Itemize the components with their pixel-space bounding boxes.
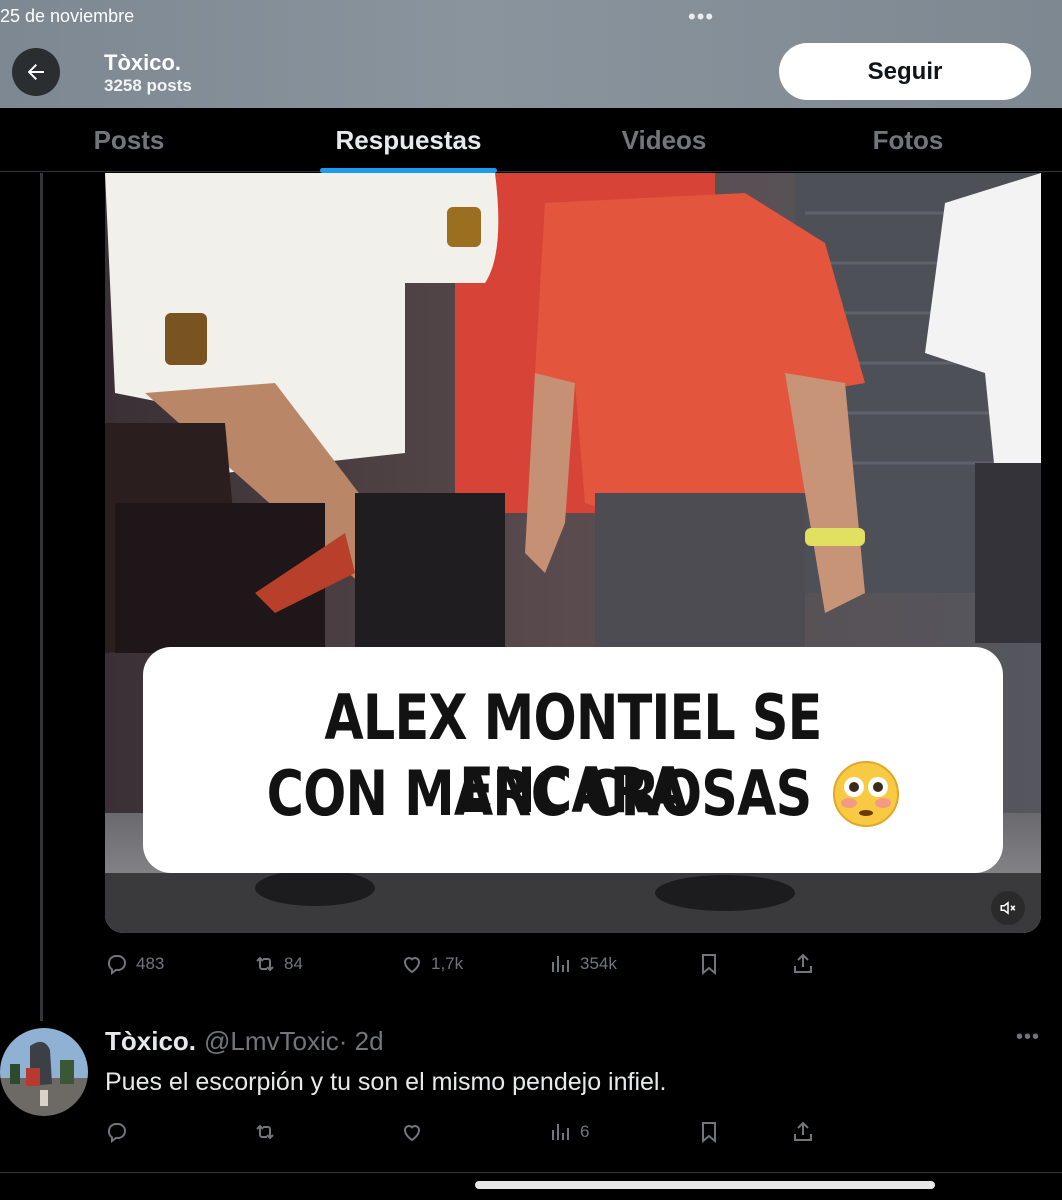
repost-icon (256, 956, 274, 972)
avatar[interactable] (0, 1028, 88, 1116)
like-count: 1,7k (431, 954, 464, 973)
share-icon (794, 953, 812, 973)
arrow-left-icon (28, 64, 44, 80)
repost-icon (256, 1124, 274, 1140)
reply-repost-button[interactable] (253, 1112, 284, 1152)
multitasking-dots-icon[interactable]: ••• (688, 4, 714, 30)
account-name: Tòxico. (104, 50, 182, 75)
thread-connector-line (40, 173, 43, 1021)
reply-bubble-icon (108, 1123, 126, 1143)
flushed-face-icon (833, 761, 899, 827)
repost-count: 84 (284, 954, 303, 973)
caption-line-2: CON MARC CROSAS (266, 757, 813, 830)
post-video[interactable]: ALEX MONTIEL SE ENCARA CON MARC CROSAS (105, 173, 1041, 933)
follow-button[interactable]: Seguir (779, 43, 1031, 100)
reply-reply-button[interactable] (105, 1112, 136, 1152)
more-options-icon[interactable]: ••• (1016, 1026, 1040, 1049)
bookmark-button[interactable] (697, 944, 721, 984)
repost-button[interactable]: 84 (253, 944, 303, 984)
reply-author-handle[interactable]: @LmvToxic (204, 1026, 339, 1057)
share-icon (794, 1121, 812, 1141)
home-indicator[interactable] (475, 1181, 935, 1189)
bar-chart-icon (552, 956, 569, 972)
reply-views-button[interactable]: 6 (549, 1112, 589, 1152)
tab-posts[interactable]: Posts (40, 108, 218, 172)
reply-author-name[interactable]: Tòxico. (105, 1026, 196, 1057)
avatar-image (0, 1028, 88, 1116)
reply-bubble-icon (108, 955, 126, 975)
tab-respuestas[interactable]: Respuestas (300, 108, 517, 172)
reply-action-bar: 6 (0, 1112, 1062, 1152)
reply-like-button[interactable] (400, 1112, 431, 1152)
reply-view-count: 6 (580, 1122, 590, 1141)
divider (0, 1172, 1062, 1173)
heart-icon (403, 1125, 421, 1142)
video-caption-box: ALEX MONTIEL SE ENCARA CON MARC CROSAS (143, 647, 1003, 873)
reply-button[interactable]: 483 (105, 944, 164, 984)
profile-header: 25 de noviembre ••• Tòxico. 3258 posts S… (0, 0, 1062, 108)
reply-text: Pues el escorpión y tu son el mismo pend… (105, 1068, 667, 1096)
bar-chart-icon (552, 1124, 569, 1140)
reply-header: Tòxico. @LmvToxic · 2d (105, 1026, 384, 1057)
status-date: 25 de noviembre (0, 6, 135, 26)
reply-share-button[interactable] (791, 1112, 815, 1152)
reply-bookmark-button[interactable] (697, 1112, 721, 1152)
view-count: 354k (580, 954, 617, 973)
tab-videos[interactable]: Videos (580, 108, 748, 172)
speaker-muted-icon (1000, 901, 1016, 915)
heart-icon (403, 957, 421, 974)
profile-tabs: Posts Respuestas Videos Fotos (0, 108, 1062, 173)
mute-button[interactable] (991, 891, 1025, 925)
post-count: 3258 posts (104, 76, 192, 95)
share-button[interactable] (791, 944, 815, 984)
bookmark-icon (702, 1122, 716, 1144)
like-button[interactable]: 1,7k (400, 944, 463, 984)
bookmark-icon (702, 954, 716, 976)
reply-timestamp[interactable]: · 2d (339, 1026, 384, 1057)
views-button[interactable]: 354k (549, 944, 617, 984)
post-action-bar: 483 84 1,7k 354k (0, 944, 1062, 984)
tab-fotos[interactable]: Fotos (830, 108, 986, 172)
back-button[interactable] (12, 48, 60, 96)
reply-count: 483 (136, 954, 165, 973)
